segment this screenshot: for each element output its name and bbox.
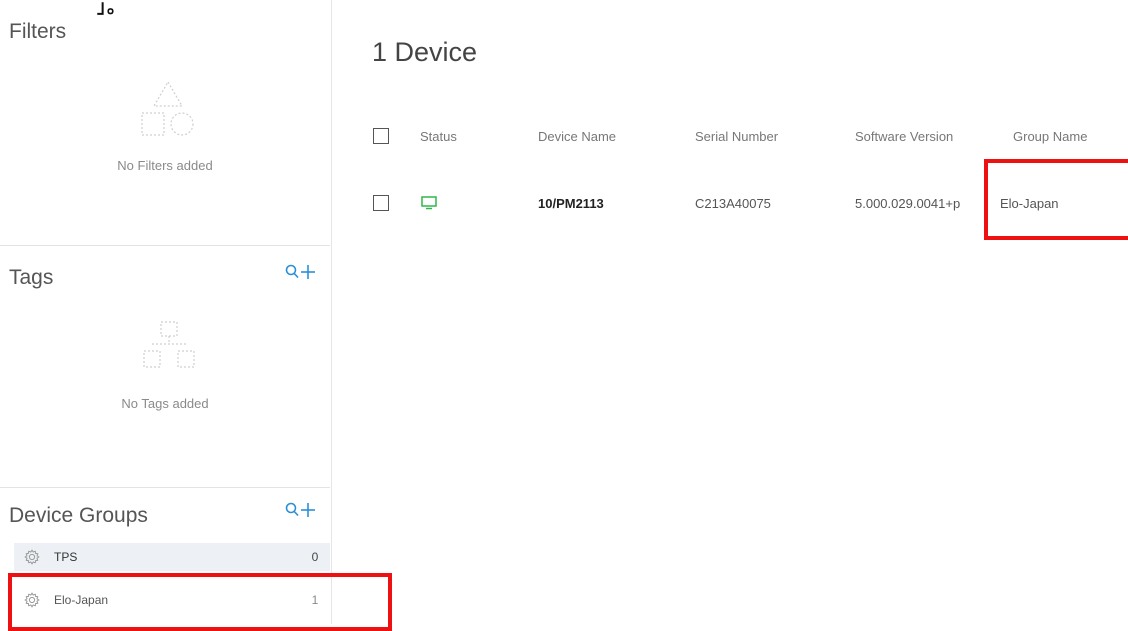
tags-panel: Tags No Tags added (0, 246, 330, 487)
row-checkbox[interactable] (373, 195, 389, 211)
group-item-tps[interactable]: TPS 0 (14, 543, 330, 571)
filters-title: Filters (9, 20, 67, 43)
group-item-elo-japan[interactable]: Elo-Japan 1 (14, 586, 330, 614)
select-all-checkbox[interactable] (373, 128, 389, 144)
tags-title: Tags (9, 266, 54, 289)
device-groups-title: Device Groups (9, 504, 148, 527)
cell-serial-number: C213A40075 (695, 196, 771, 211)
group-count: 1 (311, 593, 319, 607)
gear-icon (24, 592, 42, 608)
column-header-serial-number[interactable]: Serial Number (695, 129, 778, 144)
cell-group-name: Elo-Japan (1000, 196, 1059, 211)
search-icon (285, 502, 299, 518)
hierarchy-icon (140, 320, 198, 377)
column-header-status[interactable]: Status (420, 129, 457, 144)
search-icon (285, 264, 299, 280)
group-name: TPS (54, 550, 78, 564)
plus-icon (300, 502, 316, 518)
tags-search-add-button[interactable] (285, 264, 316, 280)
sidebar: Filters No Filters added Tags No Tags ad… (0, 0, 332, 624)
column-header-device-name[interactable]: Device Name (538, 129, 616, 144)
shapes-icon (138, 80, 200, 143)
group-count: 0 (311, 550, 319, 564)
filters-panel: Filters No Filters added (0, 0, 330, 245)
group-name: Elo-Japan (54, 593, 109, 607)
column-header-group-name[interactable]: Group Name (1013, 129, 1087, 144)
tags-empty-text: No Tags added (121, 396, 209, 411)
column-header-software-version[interactable]: Software Version (855, 129, 953, 144)
cell-software-version: 5.000.029.0041+p (855, 196, 961, 211)
filters-empty-text: No Filters added (117, 158, 213, 173)
monitor-icon (421, 196, 437, 215)
cell-device-name[interactable]: 10/PM2113 (538, 196, 604, 211)
gear-icon (24, 549, 42, 565)
groups-search-add-button[interactable] (285, 502, 316, 518)
page-title: 1 Device (372, 37, 478, 67)
plus-icon (300, 264, 316, 280)
